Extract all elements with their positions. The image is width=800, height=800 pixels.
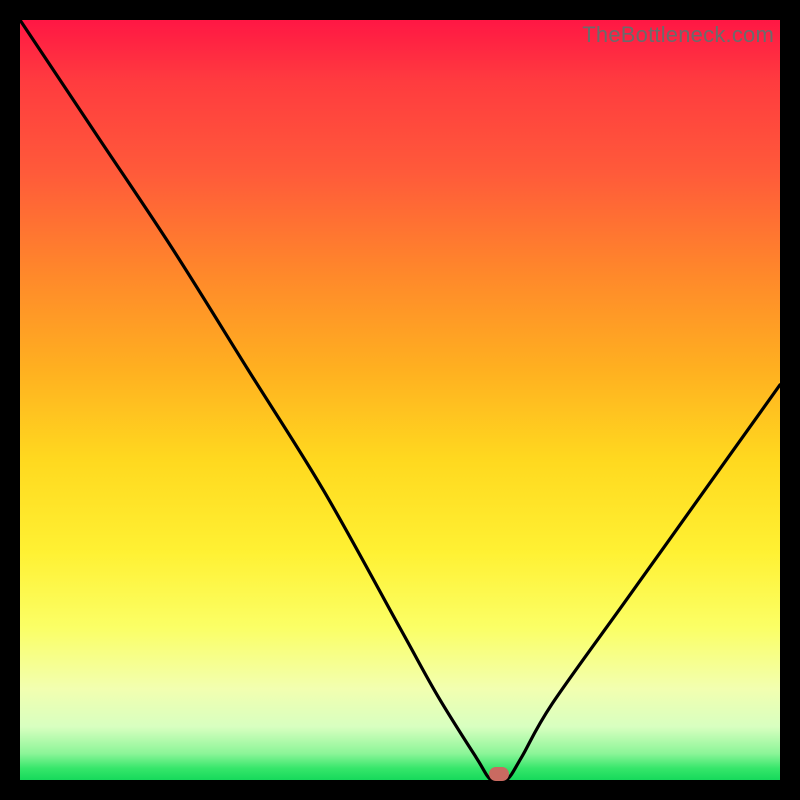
optimal-point-marker xyxy=(489,767,509,781)
plot-area: TheBottleneck.com xyxy=(20,20,780,780)
bottleneck-curve xyxy=(20,20,780,780)
chart-frame: TheBottleneck.com xyxy=(0,0,800,800)
